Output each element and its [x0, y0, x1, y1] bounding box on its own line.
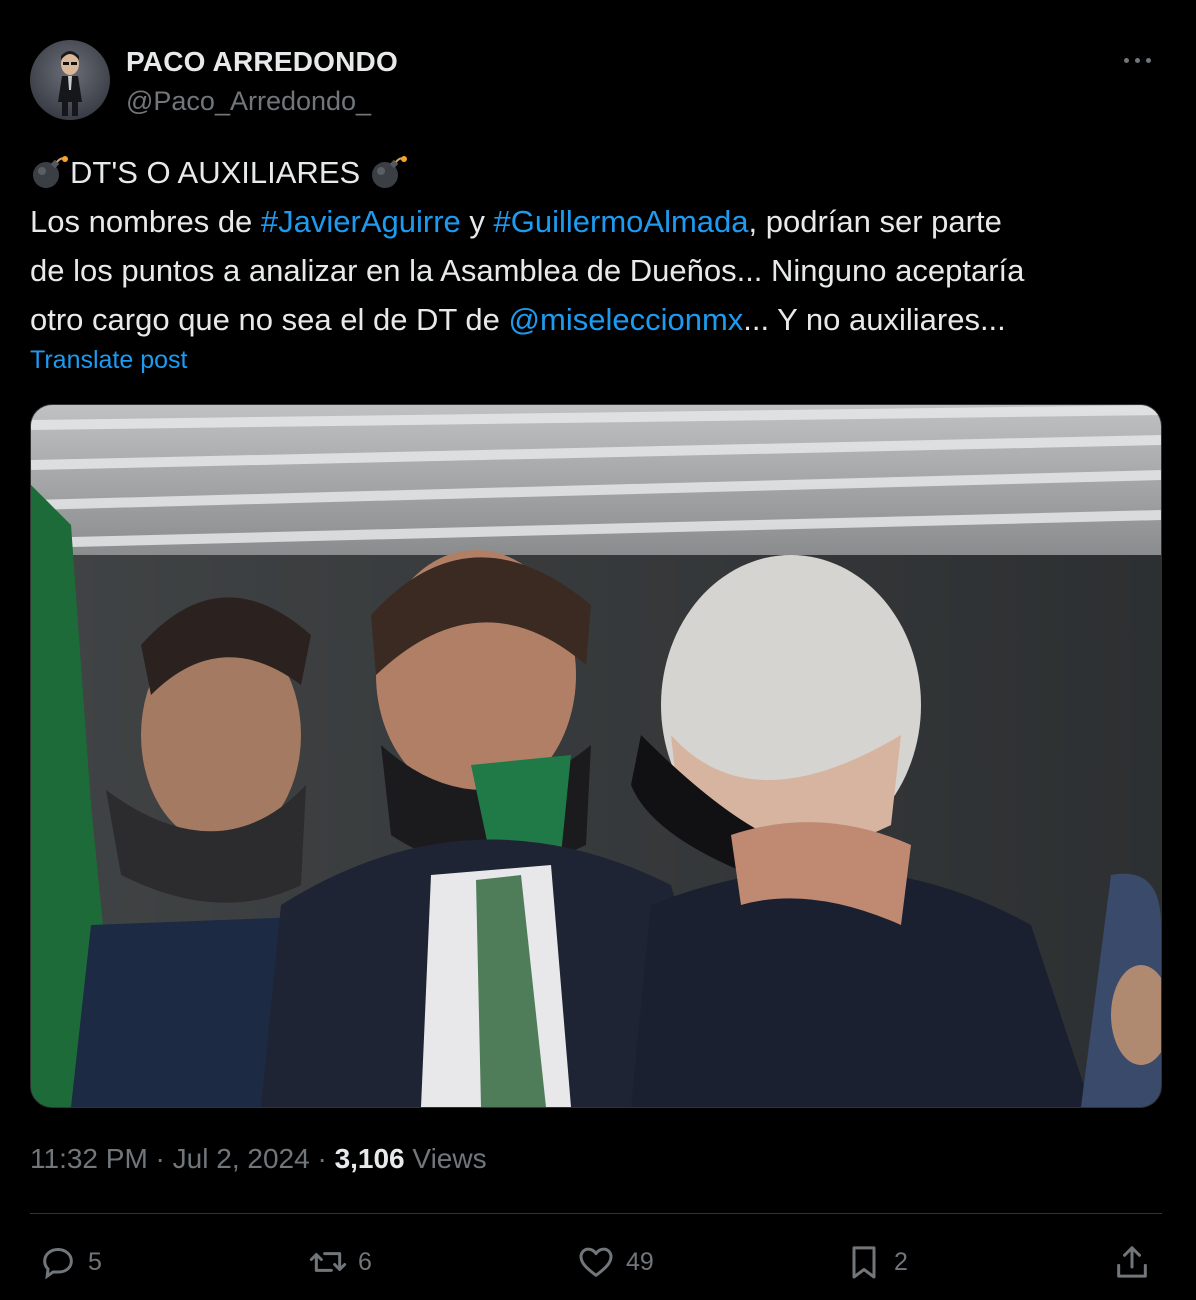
meta-separator: · [147, 1143, 173, 1174]
hashtag-link-javieraguirre[interactable]: #JavierAguirre [261, 204, 461, 239]
tweet-heading: DT'S O AUXILIARES [70, 155, 361, 190]
translate-post-link[interactable]: Translate post [30, 346, 187, 375]
bomb-emoji-icon [369, 154, 409, 188]
divider [30, 1213, 1162, 1214]
tweet-photo[interactable] [30, 404, 1162, 1108]
avatar-caricature-icon [58, 51, 82, 116]
more-options-icon[interactable] [1120, 48, 1156, 72]
reply-button[interactable]: 5 [38, 1234, 102, 1290]
text-segment: y [460, 204, 494, 239]
tweet-text: DT'S O AUXILIARES Los nombres de #Javier… [30, 148, 1170, 344]
photo-image [31, 405, 1161, 1107]
tweet-header: PACO ARREDONDO @Paco_Arredondo_ [30, 40, 1166, 122]
tweet-line-4: otro cargo que no sea el de DT de @misel… [30, 295, 1170, 344]
repost-button[interactable]: 6 [308, 1234, 372, 1290]
share-icon [1112, 1242, 1152, 1282]
share-button[interactable] [1112, 1234, 1152, 1290]
repost-count: 6 [358, 1247, 372, 1276]
tweet-line-2: Los nombres de #JavierAguirre y #Guiller… [30, 197, 1170, 246]
mention-link-miseleccionmx[interactable]: @miseleccionmx [509, 302, 744, 337]
meta-separator: · [309, 1143, 335, 1174]
bomb-emoji-icon [30, 154, 70, 188]
display-name[interactable]: PACO ARREDONDO [126, 46, 398, 78]
like-count: 49 [626, 1247, 654, 1276]
views-count: 3,106 [334, 1143, 405, 1174]
like-button[interactable]: 49 [576, 1234, 654, 1290]
text-segment: otro cargo que no sea el de DT de [30, 302, 509, 337]
repost-icon [308, 1242, 348, 1282]
hashtag-link-guillermoalmada[interactable]: #GuillermoAlmada [494, 204, 749, 239]
text-segment: , podrían ser parte [748, 204, 1002, 239]
tweet-time[interactable]: 11:32 PM [30, 1143, 148, 1174]
bookmark-count: 2 [894, 1247, 908, 1276]
reply-count: 5 [88, 1247, 102, 1276]
heart-icon [576, 1242, 616, 1282]
bookmark-button[interactable]: 2 [844, 1234, 908, 1290]
text-segment: Los nombres de [30, 204, 261, 239]
tweet-line-1: DT'S O AUXILIARES [30, 148, 1170, 197]
tweet-line-3: de los puntos a analizar en la Asamblea … [30, 253, 1025, 288]
text-segment: ... Y no auxiliares... [743, 302, 1006, 337]
tweet-meta: 11:32 PM · Jul 2, 2024 · 3,106 Views [30, 1143, 487, 1175]
views-label: Views [404, 1143, 487, 1174]
avatar[interactable] [30, 40, 110, 120]
reply-icon [38, 1242, 78, 1282]
tweet-date[interactable]: Jul 2, 2024 [173, 1143, 310, 1174]
user-handle[interactable]: @Paco_Arredondo_ [126, 86, 371, 117]
action-bar: 5 6 49 2 [30, 1234, 1166, 1290]
bookmark-icon [844, 1242, 884, 1282]
